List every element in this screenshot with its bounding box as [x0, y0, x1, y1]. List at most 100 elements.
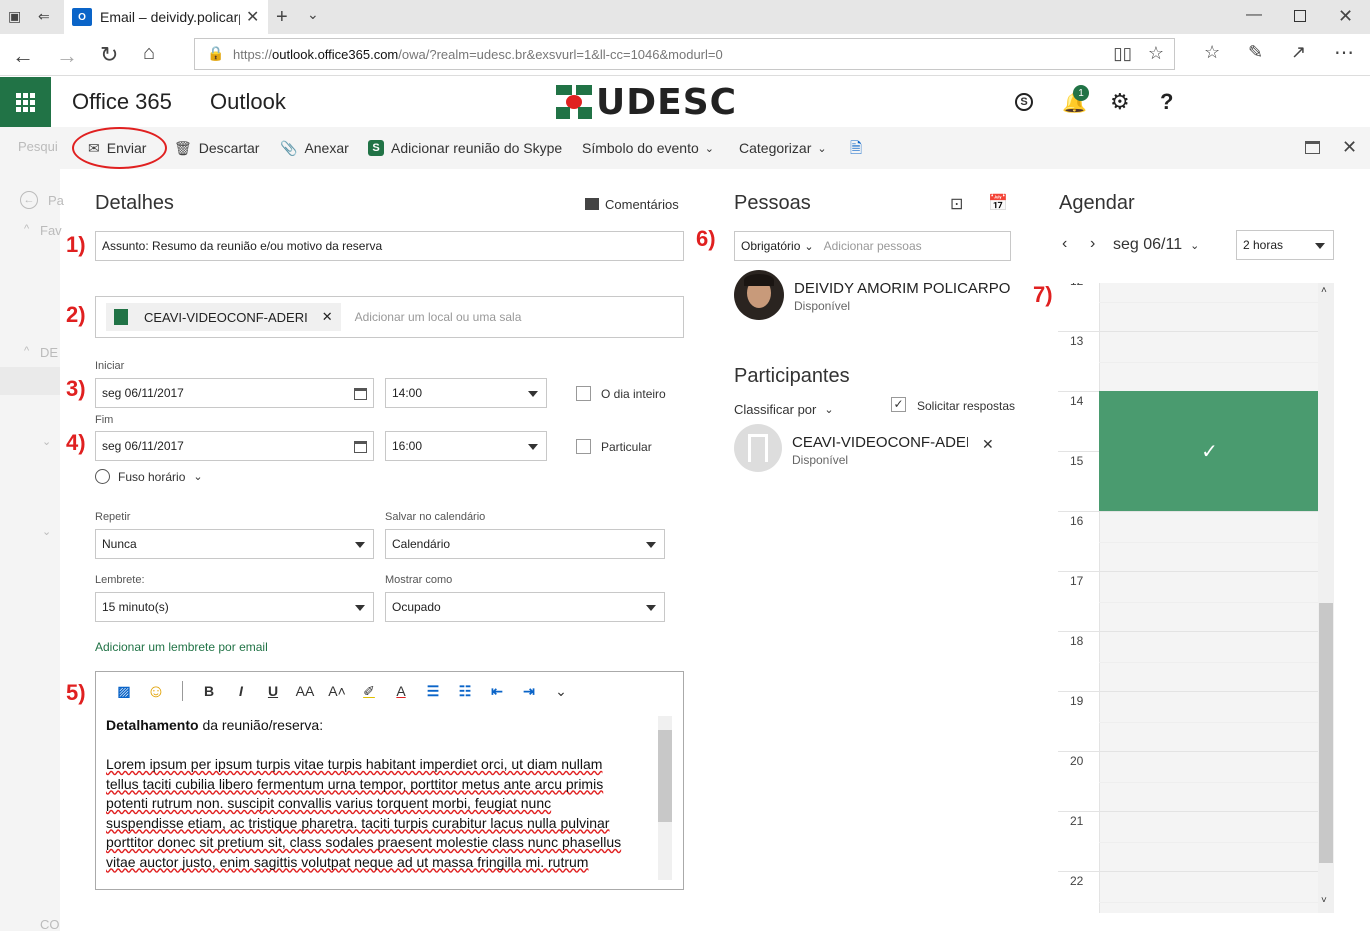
- comment-icon[interactable]: [585, 198, 599, 210]
- tab-preview-icon[interactable]: ⇐: [38, 8, 50, 25]
- duration-select[interactable]: 2 horas: [1236, 230, 1334, 260]
- reading-view-icon[interactable]: ▯▯: [1113, 44, 1132, 64]
- favorites-hub-icon[interactable]: ☆: [1204, 42, 1220, 63]
- reminder-select[interactable]: 15 minuto(s): [95, 592, 374, 622]
- font-size-icon[interactable]: AA: [289, 683, 321, 699]
- app-launcher-icon[interactable]: [0, 77, 51, 127]
- schedule-hour-row[interactable]: 12: [1058, 283, 1320, 332]
- editor-scrollbar[interactable]: [658, 716, 672, 880]
- schedule-scrollbar[interactable]: ˄ ˅: [1318, 283, 1334, 913]
- room-chip[interactable]: CEAVI-VIDEOCONF-ADERI ✕: [106, 303, 341, 331]
- more-formatting-icon[interactable]: ⌄: [545, 683, 577, 700]
- sort-by-dropdown[interactable]: Classificar por ⌄: [734, 402, 834, 417]
- previous-day-icon[interactable]: ‹: [1062, 235, 1067, 253]
- end-time-select[interactable]: 16:00: [385, 431, 547, 461]
- font-color-icon[interactable]: A: [385, 683, 417, 699]
- gear-icon[interactable]: ⚙: [1110, 89, 1130, 115]
- url-input[interactable]: 🔒 https://outlook.office365.com/owa/?rea…: [194, 38, 1175, 70]
- schedule-hour-row[interactable]: 16: [1058, 511, 1320, 572]
- forward-icon[interactable]: →: [56, 43, 78, 69]
- scheduled-event-block[interactable]: ✓: [1099, 391, 1320, 511]
- attach-button[interactable]: 📎 Anexar: [280, 127, 349, 169]
- private-checkbox[interactable]: [576, 439, 591, 454]
- subject-input[interactable]: Assunto: Resumo da reunião e/ou motivo d…: [95, 231, 684, 261]
- underline-icon[interactable]: U: [257, 683, 289, 699]
- highlight-icon[interactable]: ✐: [353, 683, 385, 700]
- maximize-icon[interactable]: [1294, 10, 1306, 22]
- addin-icon[interactable]: 🗎: [850, 138, 862, 163]
- start-time-select[interactable]: 14:00: [385, 378, 547, 408]
- chevron-down-icon[interactable]: ⌄: [804, 240, 813, 253]
- remove-icon[interactable]: ✕: [322, 309, 333, 325]
- schedule-hour-row[interactable]: 20: [1058, 751, 1320, 812]
- share-icon[interactable]: ↗: [1291, 42, 1306, 63]
- schedule-hour-row[interactable]: 18: [1058, 631, 1320, 692]
- back-icon[interactable]: ←: [12, 43, 34, 69]
- request-responses-checkbox[interactable]: ✓: [891, 397, 906, 412]
- close-tab-icon[interactable]: ✕: [246, 7, 259, 27]
- schedule-hour-row[interactable]: 22: [1058, 871, 1320, 913]
- required-dropdown[interactable]: Obrigatório: [741, 239, 800, 253]
- editor-scrollbar-thumb[interactable]: [658, 730, 672, 822]
- close-icon[interactable]: ✕: [1342, 137, 1357, 158]
- email-reminder-link[interactable]: Adicionar um lembrete por email: [95, 640, 268, 654]
- decrease-indent-icon[interactable]: ⇤: [481, 683, 513, 700]
- chevron-down-icon[interactable]: ⌄: [307, 6, 319, 23]
- brand-title[interactable]: Office 365: [72, 89, 172, 115]
- app-title[interactable]: Outlook: [210, 89, 286, 115]
- emoji-icon[interactable]: ☺: [140, 681, 172, 702]
- organizer-name[interactable]: DEIVIDY AMORIM POLICARPO: [794, 280, 1010, 297]
- participant-name[interactable]: CEAVI-VIDEOCONF-ADERI: [792, 434, 968, 451]
- refresh-icon[interactable]: ↻: [100, 42, 118, 68]
- start-date-input[interactable]: seg 06/11/2017: [95, 378, 374, 408]
- show-as-select[interactable]: Ocupado: [385, 592, 665, 622]
- next-day-icon[interactable]: ›: [1090, 235, 1095, 253]
- event-symbol-dropdown[interactable]: Símbolo do evento ⌄: [582, 127, 714, 169]
- calendar-icon[interactable]: [354, 388, 367, 400]
- schedule-hour-row[interactable]: 19: [1058, 691, 1320, 752]
- end-date-input[interactable]: seg 06/11/2017: [95, 431, 374, 461]
- italic-icon[interactable]: I: [225, 683, 257, 699]
- address-book-icon[interactable]: ⊡: [950, 194, 963, 214]
- add-people-field[interactable]: Obrigatório ⌄ Adicionar pessoas: [734, 231, 1011, 261]
- schedule-scrollbar-thumb[interactable]: [1319, 603, 1333, 863]
- grow-font-icon[interactable]: A˄: [321, 683, 353, 699]
- popout-icon[interactable]: [1305, 141, 1320, 154]
- calendar-icon[interactable]: [354, 441, 367, 453]
- schedule-grid[interactable]: 12 13 14 15 16 17 18 19 20 21 22 ✓: [1058, 283, 1320, 913]
- schedule-hour-row[interactable]: 21: [1058, 811, 1320, 872]
- bullets-icon[interactable]: ☰: [417, 683, 449, 700]
- schedule-cell[interactable]: [1099, 872, 1320, 913]
- all-day-checkbox[interactable]: [576, 386, 591, 401]
- bold-icon[interactable]: B: [193, 683, 225, 699]
- home-icon[interactable]: ⌂: [143, 42, 155, 65]
- editor-body[interactable]: Detalhamento da reunião/reserva: Lorem i…: [106, 716, 654, 886]
- more-icon[interactable]: ⋯: [1334, 40, 1354, 65]
- insert-picture-icon[interactable]: ▨: [108, 683, 140, 700]
- discard-button[interactable]: 🗑 Descartar: [174, 127, 259, 169]
- schedule-cell[interactable]: [1099, 283, 1320, 332]
- new-tab-icon[interactable]: +: [276, 6, 288, 29]
- remove-participant-icon[interactable]: ✕: [982, 436, 994, 453]
- numbering-icon[interactable]: ☷: [449, 683, 481, 700]
- favorite-star-icon[interactable]: ☆: [1148, 43, 1164, 64]
- close-window-icon[interactable]: ✕: [1338, 6, 1353, 27]
- schedule-hour-row[interactable]: 17: [1058, 571, 1320, 632]
- comments-link[interactable]: Comentários: [605, 197, 679, 212]
- location-field[interactable]: CEAVI-VIDEOCONF-ADERI ✕ Adicionar um loc…: [95, 296, 684, 338]
- skype-meeting-button[interactable]: S Adicionar reunião do Skype: [368, 127, 562, 169]
- increase-indent-icon[interactable]: ⇥: [513, 683, 545, 700]
- scheduling-assistant-icon[interactable]: 📅: [988, 193, 1008, 213]
- schedule-date-picker[interactable]: seg 06/11 ⌄: [1113, 236, 1199, 254]
- scroll-up-icon[interactable]: ˄: [1321, 285, 1327, 296]
- categorize-dropdown[interactable]: Categorizar ⌄: [739, 127, 827, 169]
- scroll-down-icon[interactable]: ˅: [1321, 895, 1327, 906]
- browser-tab-active[interactable]: O Email – deividy.policarpo ✕: [64, 0, 268, 34]
- save-calendar-select[interactable]: Calendário: [385, 529, 665, 559]
- body-editor[interactable]: ▨ ☺ B I U AA A˄ ✐ A ☰ ☷ ⇤ ⇥ ⌄ Detalhamen…: [95, 671, 684, 890]
- minimize-icon[interactable]: —: [1246, 6, 1262, 24]
- skype-icon[interactable]: S: [1015, 93, 1033, 111]
- help-icon[interactable]: ?: [1160, 89, 1173, 115]
- tab-set-aside-icon[interactable]: ▣: [8, 8, 21, 25]
- pen-notes-icon[interactable]: ✎: [1248, 42, 1263, 63]
